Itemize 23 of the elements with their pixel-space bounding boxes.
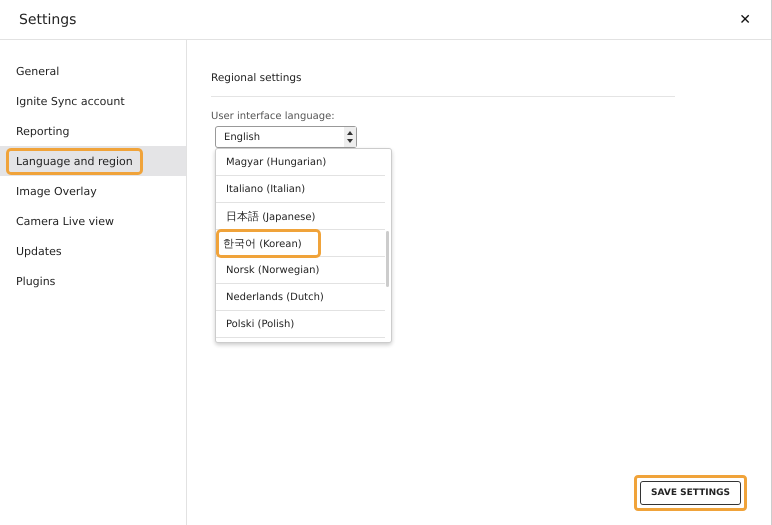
section-title: Regional settings — [211, 72, 303, 84]
dropdown-option[interactable]: Polski (Polish) — [222, 314, 298, 334]
sidebar-item[interactable]: Updates — [16, 244, 62, 258]
dropdown-option[interactable]: Nederlands (Dutch) — [222, 288, 328, 306]
sidebar-item[interactable]: Language and region — [9, 150, 140, 172]
sidebar-item[interactable]: Camera Live view — [16, 214, 114, 228]
sidebar-item[interactable]: General — [16, 64, 60, 78]
dropdown-option[interactable]: 日本語 (Japanese) — [222, 204, 320, 228]
window-title: Settings — [19, 12, 76, 28]
sort-arrows-icon — [344, 127, 356, 147]
close-button[interactable]: ✕ — [737, 10, 753, 30]
field-label: User interface language: — [211, 111, 336, 122]
dropdown-option[interactable]: 한국어 (Korean) — [219, 232, 318, 254]
scrollbar-thumb[interactable] — [386, 231, 389, 287]
sidebar-item[interactable]: Ignite Sync account — [16, 94, 125, 108]
dropdown-option[interactable]: Magyar (Hungarian) — [222, 152, 330, 172]
save-settings-button[interactable]: SAVE SETTINGS — [640, 481, 741, 505]
language-select[interactable]: English — [215, 126, 357, 148]
sidebar-item[interactable]: Image Overlay — [16, 184, 97, 198]
dropdown-option[interactable]: Norsk (Norwegian) — [222, 260, 324, 280]
sidebar-item[interactable]: Reporting — [16, 124, 70, 138]
dropdown-option[interactable]: Italiano (Italian) — [222, 180, 310, 198]
sidebar-item[interactable]: Plugins — [16, 274, 56, 288]
